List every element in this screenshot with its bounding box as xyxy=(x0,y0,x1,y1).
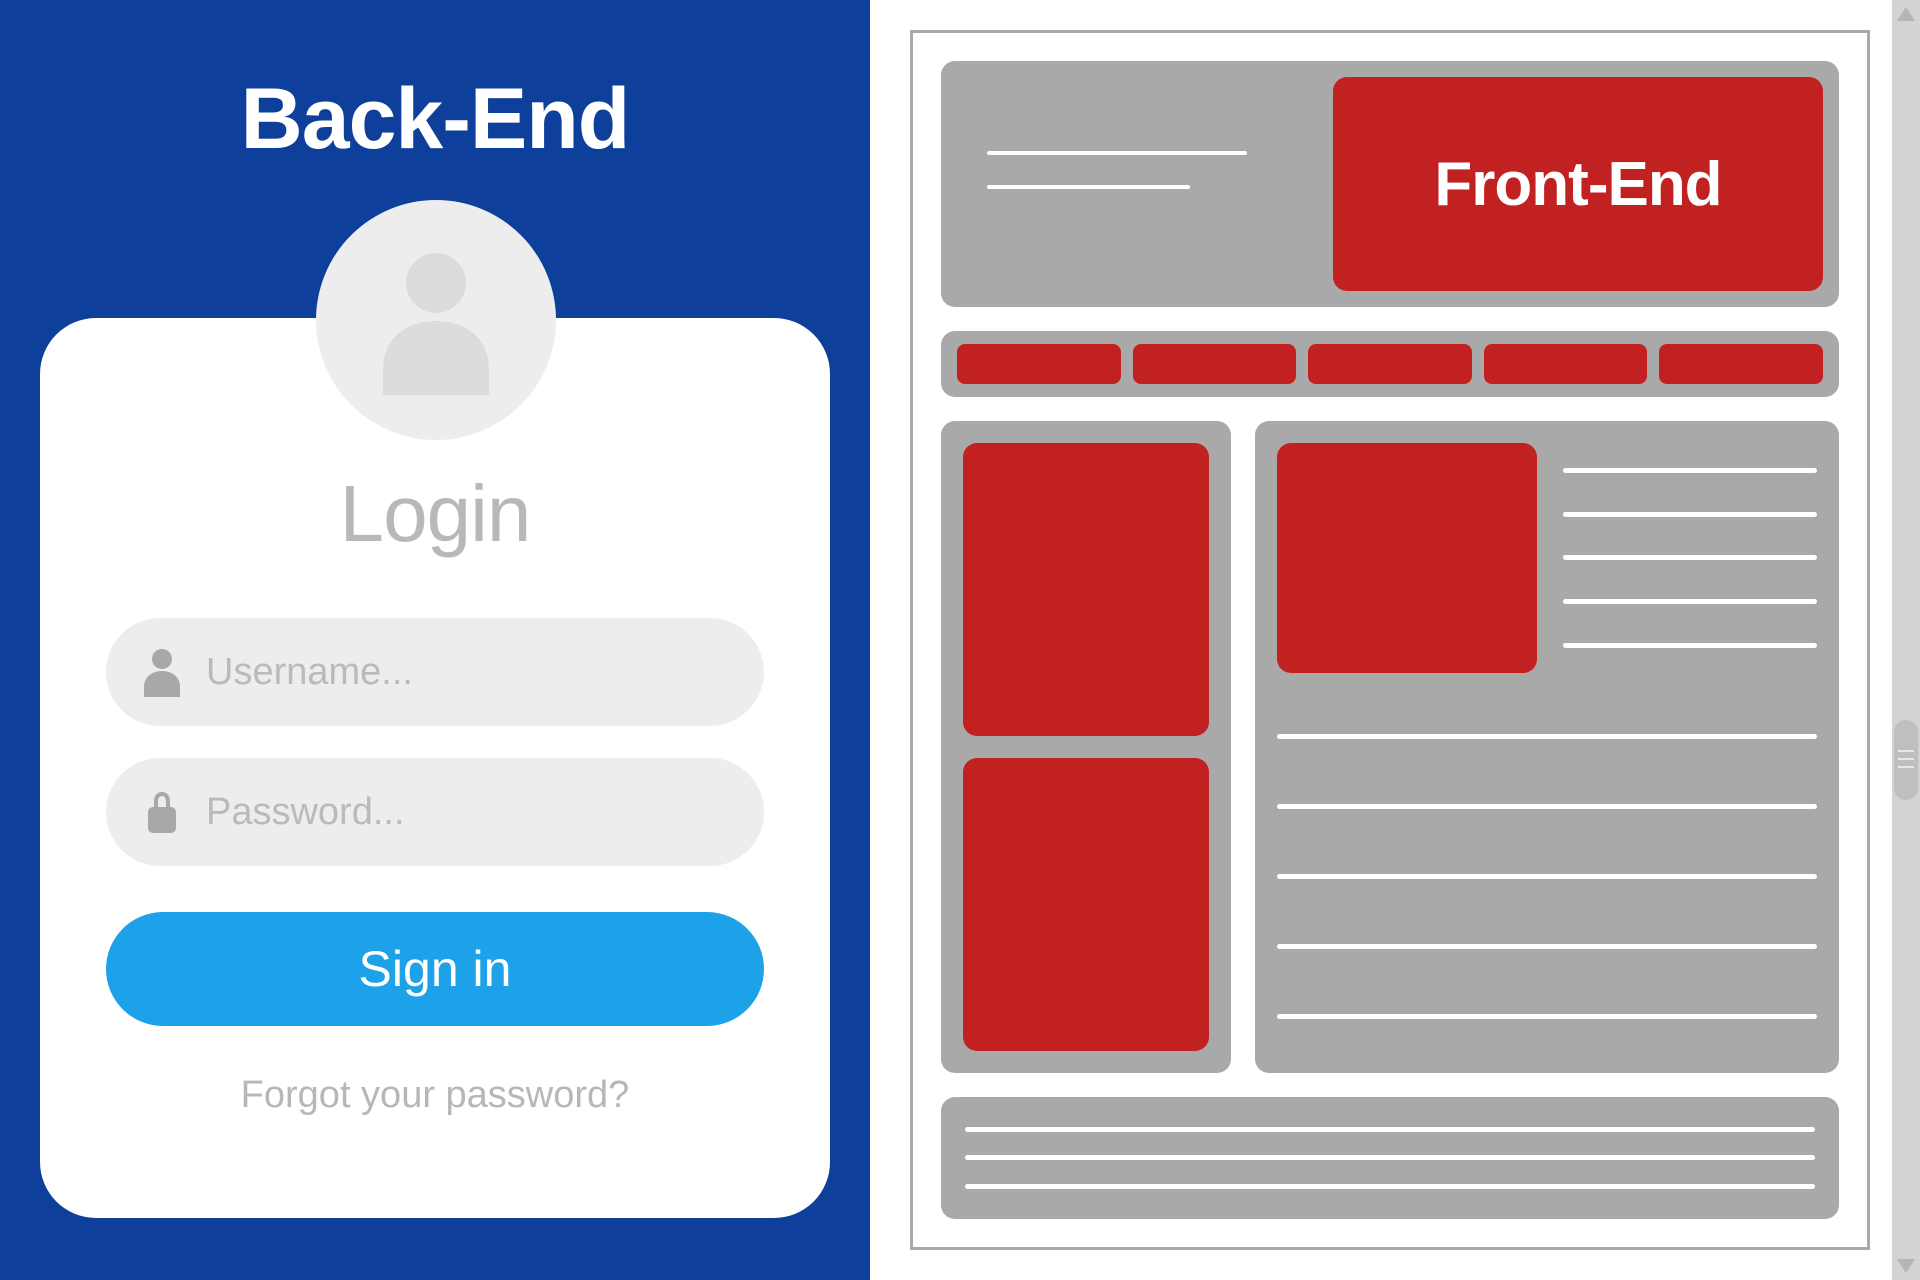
scroll-down-button[interactable] xyxy=(1892,1252,1920,1280)
wireframe-article-lines xyxy=(1563,443,1817,673)
wireframe-footer-lines xyxy=(965,1115,1815,1201)
chevron-down-icon xyxy=(1897,1259,1915,1273)
wireframe-nav-item xyxy=(1659,344,1823,384)
frontend-wireframe: Front-End xyxy=(910,30,1870,1250)
username-input[interactable] xyxy=(206,651,728,694)
wireframe-side-block xyxy=(963,443,1209,736)
user-icon xyxy=(142,647,182,697)
wireframe-header-lines xyxy=(987,151,1247,219)
chevron-up-icon xyxy=(1897,7,1915,21)
login-heading: Login xyxy=(106,468,764,560)
avatar-circle xyxy=(316,200,556,440)
wireframe-main xyxy=(1255,421,1839,1073)
forgot-password-link[interactable]: Forgot your password? xyxy=(106,1074,764,1117)
scrollbar[interactable] xyxy=(1892,0,1920,1280)
wireframe-body xyxy=(941,421,1839,1073)
username-field-wrap[interactable] xyxy=(106,618,764,726)
avatar-icon xyxy=(377,245,495,395)
wireframe-hero: Front-End xyxy=(1333,77,1823,291)
frontend-title: Front-End xyxy=(1434,149,1721,220)
wireframe-nav-item xyxy=(957,344,1121,384)
lock-icon xyxy=(142,787,182,837)
wireframe-main-lines xyxy=(1277,673,1817,1051)
wireframe-article xyxy=(1277,443,1817,673)
wireframe-footer xyxy=(941,1097,1839,1219)
password-field-wrap[interactable] xyxy=(106,758,764,866)
wireframe-side-block xyxy=(963,758,1209,1051)
wireframe-nav-item xyxy=(1308,344,1472,384)
password-input[interactable] xyxy=(206,791,728,834)
backend-title: Back-End xyxy=(0,70,870,169)
frontend-panel: Front-End xyxy=(870,0,1920,1280)
wireframe-nav-item xyxy=(1133,344,1297,384)
login-card: Login Sign in Forgot your password? xyxy=(40,318,830,1218)
scrollbar-thumb[interactable] xyxy=(1894,720,1918,800)
signin-button[interactable]: Sign in xyxy=(106,912,764,1026)
wireframe-article-image xyxy=(1277,443,1537,673)
wireframe-nav xyxy=(941,331,1839,397)
wireframe-nav-item xyxy=(1484,344,1648,384)
scroll-up-button[interactable] xyxy=(1892,0,1920,28)
wireframe-sidebar xyxy=(941,421,1231,1073)
wireframe-header: Front-End xyxy=(941,61,1839,307)
backend-panel: Back-End Login Sign in Forgot your passw… xyxy=(0,0,870,1280)
